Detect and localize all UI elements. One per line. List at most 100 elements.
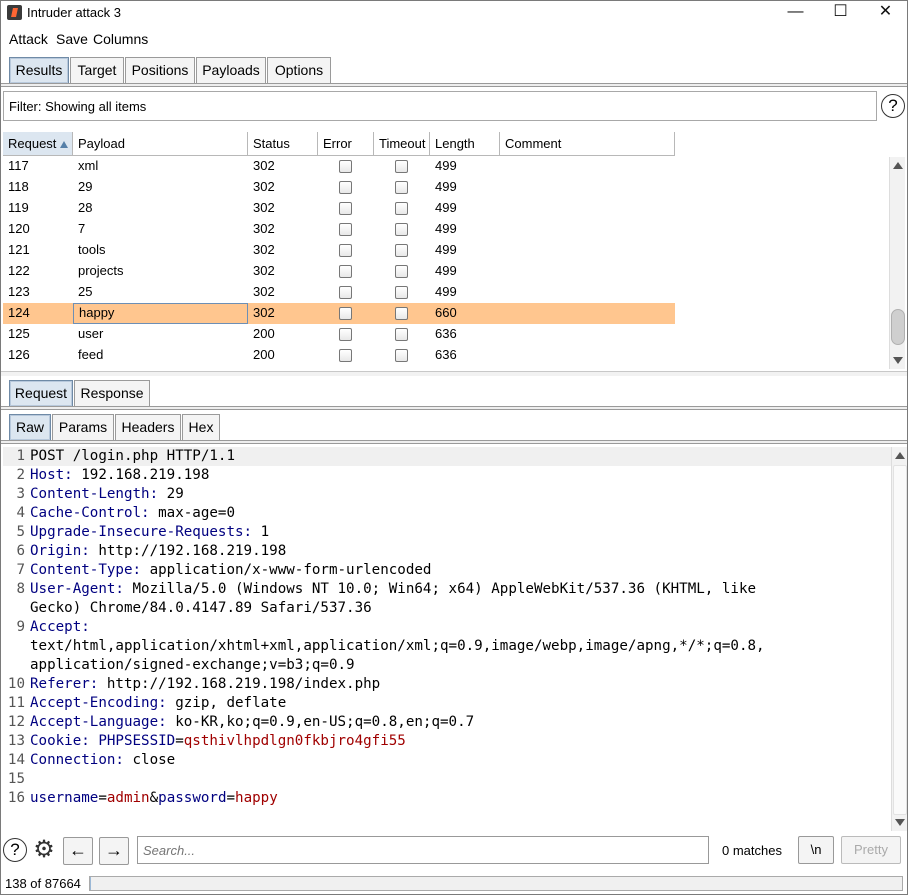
line-number: 11 (7, 695, 25, 711)
error-checkbox (339, 328, 352, 341)
menu-attack[interactable]: Attack (9, 31, 48, 47)
code-token: application/x-www-form-urlencoded (149, 562, 432, 578)
tab-params[interactable]: Params (52, 414, 114, 441)
code-token: POST /login.php HTTP/1.1 (30, 448, 235, 464)
code-token: happy (235, 790, 278, 806)
tab-response[interactable]: Response (74, 380, 150, 407)
tab-options[interactable]: Options (267, 57, 331, 84)
column-payload[interactable]: Payload (73, 132, 248, 156)
filter-label: Filter: Showing all items (9, 99, 147, 114)
table-row[interactable]: 126 feed 200 636 (3, 345, 675, 366)
editor-help-icon[interactable]: ? (3, 838, 27, 862)
column-error[interactable]: Error (318, 132, 374, 156)
timeout-checkbox (395, 307, 408, 320)
line-number: 6 (16, 543, 25, 559)
code-line: text/html,application/xhtml+xml,applicat… (3, 637, 893, 656)
raw-request-editor[interactable]: 1 POST /login.php HTTP/1.1 2 Host: 192.168.… (3, 447, 893, 831)
table-row[interactable]: 121 tools 302 499 (3, 240, 675, 261)
editor-scroll-up-icon[interactable] (895, 452, 905, 459)
table-row[interactable]: 118 29 302 499 (3, 177, 675, 198)
column-comment[interactable]: Comment (500, 132, 675, 156)
cell-payload: 25 (78, 284, 93, 299)
code-token: Accept-Language: (30, 714, 176, 730)
filter-bar[interactable]: Filter: Showing all items (3, 91, 877, 121)
search-forward-button[interactable]: → (99, 837, 129, 865)
table-row[interactable]: 117 xml 302 499 (3, 156, 675, 177)
line-number: 13 (7, 733, 25, 749)
code-line: 7 Content-Type: application/x-www-form-ur… (3, 561, 893, 580)
column-request-label: Request (8, 136, 57, 151)
tab-raw[interactable]: Raw (9, 414, 51, 441)
table-body: 117 xml 302 499 118 29 302 499 119 28 302 499 120 7 30… (3, 156, 675, 371)
scroll-up-icon[interactable] (893, 162, 903, 169)
tab-target[interactable]: Target (70, 57, 124, 84)
table-row[interactable]: 120 7 302 499 (3, 219, 675, 240)
editor-scroll-down-icon[interactable] (895, 819, 905, 826)
cell-payload: tools (78, 242, 106, 257)
line-number: 9 (16, 619, 25, 635)
editor-scroll-thumb[interactable] (893, 465, 907, 815)
code-token: Referer: (30, 676, 107, 692)
line-content: User-Agent: Mozilla/5.0 (Windows NT 10.0… (30, 580, 756, 599)
cell-length: 499 (435, 158, 457, 173)
line-content: Upgrade-Insecure-Requests: 1 (30, 523, 269, 542)
filter-help-icon[interactable]: ? (881, 94, 905, 118)
editor-scrollbar[interactable] (891, 447, 907, 831)
tab-positions[interactable]: Positions (125, 57, 195, 84)
cell-comment (500, 240, 675, 261)
table-header: Request Payload Status Error Timeout Len… (3, 132, 675, 156)
column-length[interactable]: Length (430, 132, 500, 156)
tab-results[interactable]: Results (9, 57, 69, 84)
tab-divider (1, 83, 907, 87)
title-bar: Intruder attack 3 — ☐ ✕ (1, 1, 907, 25)
pretty-button[interactable]: Pretty (841, 836, 901, 864)
column-timeout[interactable]: Timeout (374, 132, 430, 156)
close-button[interactable]: ✕ (863, 1, 908, 25)
line-number: 8 (16, 581, 25, 597)
search-back-button[interactable]: ← (63, 837, 93, 865)
line-content: Cache-Control: max-age=0 (30, 504, 235, 523)
newline-toggle-button[interactable]: \n (798, 836, 834, 864)
cell-request: 119 (8, 200, 29, 215)
timeout-checkbox (395, 244, 408, 257)
settings-gear-icon[interactable]: ⚙ (30, 836, 58, 864)
burp-app-icon (7, 5, 22, 20)
cell-payload: xml (78, 158, 99, 173)
menu-columns[interactable]: Columns (93, 31, 148, 47)
cell-length: 499 (435, 221, 457, 236)
line-content: Gecko) Chrome/84.0.4147.89 Safari/537.36 (30, 599, 372, 618)
code-token: gzip, deflate (175, 695, 287, 711)
code-line: 10 Referer: http://192.168.219.198/index.… (3, 675, 893, 694)
table-row[interactable]: 123 25 302 499 (3, 282, 675, 303)
tab-hex[interactable]: Hex (182, 414, 220, 441)
cell-request: 126 (8, 347, 30, 362)
cell-length: 499 (435, 263, 457, 278)
minimize-button[interactable]: — (773, 1, 818, 25)
scroll-thumb[interactable] (891, 309, 905, 345)
tab-payloads[interactable]: Payloads (196, 57, 266, 84)
search-input[interactable] (137, 836, 709, 864)
pane-splitter[interactable] (1, 371, 907, 376)
table-row[interactable]: 125 user 200 636 (3, 324, 675, 345)
column-request[interactable]: Request (3, 132, 73, 156)
line-number: 5 (16, 524, 25, 540)
tab-request[interactable]: Request (9, 380, 73, 407)
results-scrollbar[interactable] (889, 157, 905, 369)
scroll-down-icon[interactable] (893, 357, 903, 364)
cell-request: 117 (8, 158, 29, 173)
cell-payload: 28 (78, 200, 93, 215)
line-content: Connection: close (30, 751, 175, 770)
timeout-checkbox (395, 202, 408, 215)
menu-save[interactable]: Save (56, 31, 88, 47)
table-row[interactable]: 119 28 302 499 (3, 198, 675, 219)
tab-headers[interactable]: Headers (115, 414, 181, 441)
code-line: 6 Origin: http://192.168.219.198 (3, 542, 893, 561)
table-row[interactable]: 124 happy 302 660 (3, 303, 675, 324)
cell-payload: 29 (78, 179, 93, 194)
column-status[interactable]: Status (248, 132, 318, 156)
code-token: Origin: (30, 543, 99, 559)
match-count: 0 matches (722, 843, 782, 858)
table-row[interactable]: 122 projects 302 499 (3, 261, 675, 282)
maximize-button[interactable]: ☐ (818, 1, 863, 25)
line-content: Content-Length: 29 (30, 485, 184, 504)
